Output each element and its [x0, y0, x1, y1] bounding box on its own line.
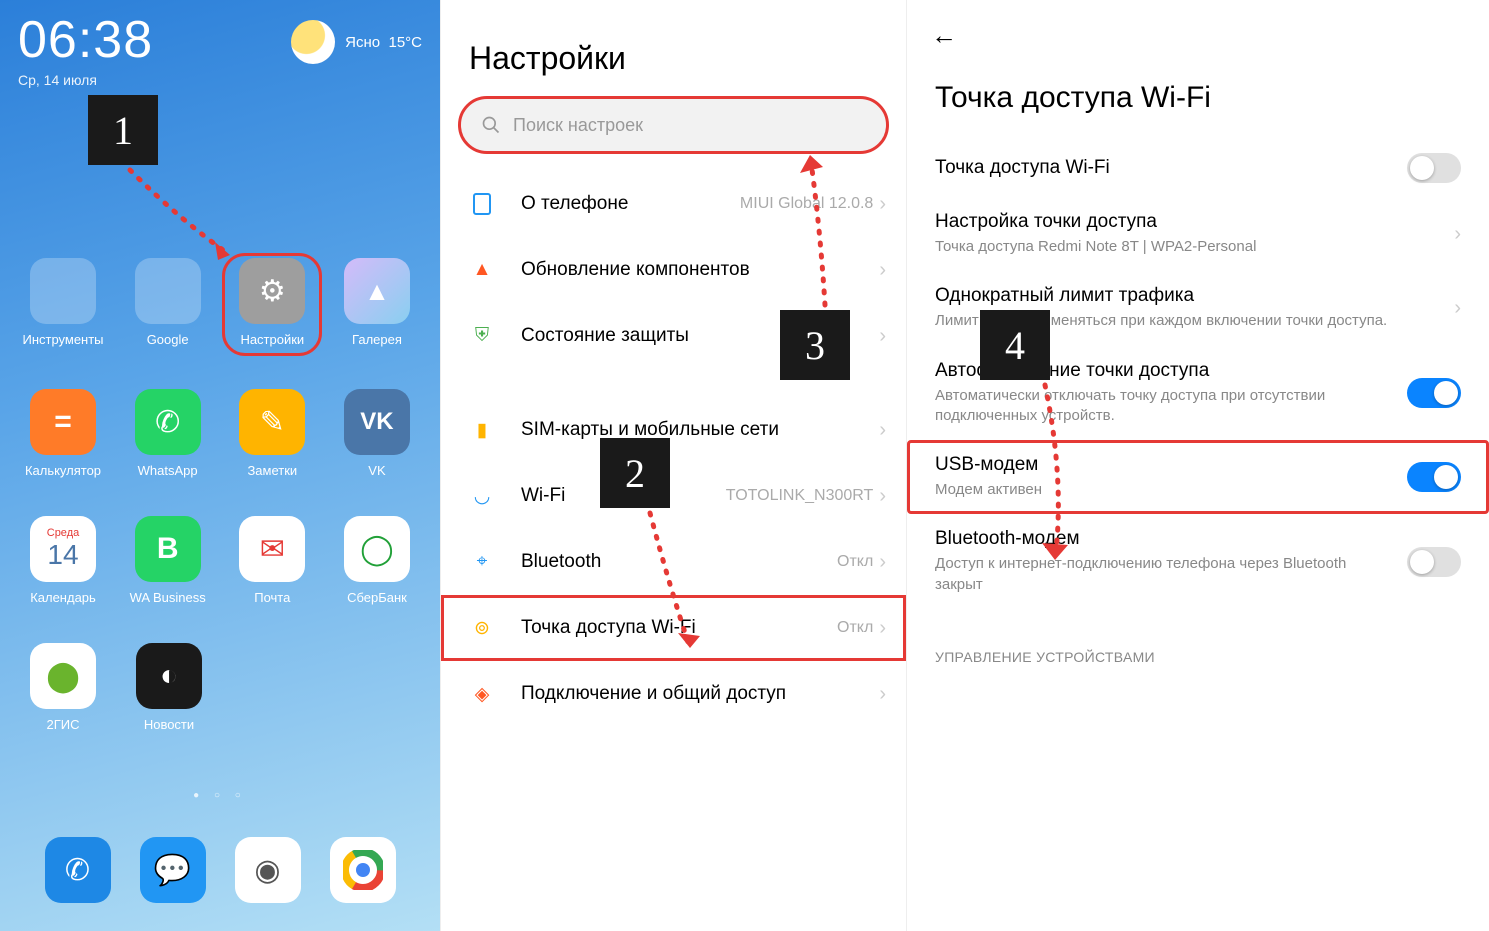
camera-icon: ◉: [254, 853, 280, 888]
hotspot-screen: ← Точка доступа Wi-Fi Точка доступа Wi-F…: [906, 0, 1489, 931]
toggle-switch[interactable]: [1407, 378, 1461, 408]
phone-icon: ✆: [65, 853, 90, 888]
option-usb-modem[interactable]: USB-модемМодем активен: [907, 440, 1489, 514]
app-calculator[interactable]: =Калькулятор: [18, 389, 108, 478]
chevron-right-icon: ›: [879, 617, 886, 640]
hotspot-icon: ⊚: [469, 615, 495, 641]
search-input[interactable]: Поиск настроек: [461, 99, 886, 151]
app-gallery[interactable]: ▲ Галерея: [332, 258, 422, 351]
settings-item-sim[interactable]: ▮ SIM-карты и мобильные сети ›: [441, 397, 906, 463]
arrow-left-icon: ←: [931, 20, 957, 50]
settings-title: Настройки: [441, 0, 906, 93]
dock-camera[interactable]: ◉: [235, 837, 301, 903]
chevron-right-icon: ›: [879, 485, 886, 508]
weather-widget[interactable]: Ясно 15°C: [291, 20, 422, 64]
step-badge-4: 4: [980, 310, 1050, 380]
pencil-icon: ✎: [260, 405, 285, 440]
toggle-switch[interactable]: [1407, 462, 1461, 492]
arrow-up-icon: ▲: [469, 257, 495, 283]
gear-icon: ⚙: [259, 274, 286, 309]
chevron-right-icon: ›: [879, 551, 886, 574]
toggle-switch[interactable]: [1407, 153, 1461, 183]
settings-item-connection[interactable]: ◈ Подключение и общий доступ ›: [441, 661, 906, 727]
dock-chrome[interactable]: [330, 837, 396, 903]
chevron-right-icon: ›: [879, 259, 886, 282]
wifi-icon: ◡: [469, 483, 495, 509]
home-screen: 06:38 Ср, 14 июля Ясно 15°C 1 Инструмент…: [0, 0, 440, 931]
dock: ✆ 💬 ◉: [0, 837, 440, 911]
weather-cond: Ясно: [345, 34, 380, 51]
bluetooth-icon: ⌖: [469, 549, 495, 575]
page-indicator[interactable]: ● ○ ○: [0, 790, 440, 801]
toggle-switch[interactable]: [1407, 547, 1461, 577]
shield-icon: ⛨: [469, 323, 495, 349]
chevron-right-icon: ›: [1454, 223, 1461, 246]
app-label: Заметки: [227, 463, 317, 478]
search-placeholder: Поиск настроек: [513, 115, 643, 136]
whatsapp-icon: ✆: [155, 405, 180, 440]
app-vk[interactable]: VKVK: [332, 389, 422, 478]
app-news[interactable]: ◐ Новости: [124, 643, 214, 732]
chevron-right-icon: ›: [879, 419, 886, 442]
map-pin-icon: ⬤: [46, 659, 80, 694]
dock-phone[interactable]: ✆: [45, 837, 111, 903]
chevron-right-icon: ›: [879, 325, 886, 348]
app-2gis[interactable]: ⬤ 2ГИС: [18, 643, 108, 732]
sim-icon: ▮: [469, 417, 495, 443]
section-devices: УПРАВЛЕНИЕ УСТРОЙСТВАМИ: [907, 609, 1489, 665]
option-hotspot-toggle[interactable]: Точка доступа Wi-Fi: [907, 139, 1489, 197]
app-label: Калькулятор: [18, 463, 108, 478]
share-icon: ◈: [469, 681, 495, 707]
chevron-right-icon: ›: [879, 193, 886, 216]
phone-info-icon: [469, 191, 495, 217]
app-mail[interactable]: ✉Почта: [227, 516, 317, 605]
clock: 06:38: [18, 10, 153, 70]
weather-temp: 15°C: [388, 34, 422, 51]
app-sberbank[interactable]: ◯СберБанк: [332, 516, 422, 605]
app-calendar[interactable]: Среда14 Календарь: [18, 516, 108, 605]
chrome-icon: [343, 850, 383, 890]
app-wa-business[interactable]: BWA Business: [123, 516, 213, 605]
app-tools-folder[interactable]: Инструменты: [18, 258, 108, 351]
chevron-right-icon: ›: [1454, 297, 1461, 320]
dock-messages[interactable]: 💬: [140, 837, 206, 903]
settings-screen: Настройки Поиск настроек О телефоне MIUI…: [440, 0, 906, 931]
app-label: VK: [332, 463, 422, 478]
messages-icon: 💬: [154, 853, 191, 888]
app-label: Календарь: [18, 590, 108, 605]
cal-day: Среда: [47, 527, 79, 539]
app-label: Почта: [227, 590, 317, 605]
status-bar: 06:38 Ср, 14 июля Ясно 15°C: [0, 0, 440, 88]
app-label: Новости: [124, 717, 214, 732]
news-icon: ◐: [160, 659, 178, 693]
step-badge-3: 3: [780, 310, 850, 380]
option-bt-modem[interactable]: Bluetooth-модемДоступ к интернет-подключ…: [907, 514, 1489, 609]
search-icon: [481, 115, 501, 135]
hotspot-title: Точка доступа Wi-Fi: [907, 51, 1489, 139]
cal-num: 14: [47, 539, 78, 571]
app-label: WhatsApp: [123, 463, 213, 478]
step-badge-1: 1: [88, 95, 158, 165]
app-label: СберБанк: [332, 590, 422, 605]
date: Ср, 14 июля: [18, 72, 153, 88]
app-label: Настройки: [227, 332, 317, 347]
sun-icon: [291, 20, 335, 64]
app-label: Инструменты: [18, 332, 108, 347]
app-label: 2ГИС: [18, 717, 108, 732]
back-button[interactable]: ←: [907, 0, 1489, 51]
app-label: WA Business: [123, 590, 213, 605]
app-notes[interactable]: ✎ Заметки: [227, 389, 317, 478]
chevron-right-icon: ›: [879, 683, 886, 706]
app-grid: Инструменты Google ⚙ Настройки ▲ Галерея…: [0, 258, 440, 732]
app-label: Галерея: [332, 332, 422, 347]
option-hotspot-setup[interactable]: Настройка точки доступаТочка доступа Red…: [907, 197, 1489, 271]
app-label: Google: [123, 332, 213, 347]
photo-icon: ▲: [364, 276, 390, 307]
step-badge-2: 2: [600, 438, 670, 508]
app-whatsapp[interactable]: ✆ WhatsApp: [123, 389, 213, 478]
